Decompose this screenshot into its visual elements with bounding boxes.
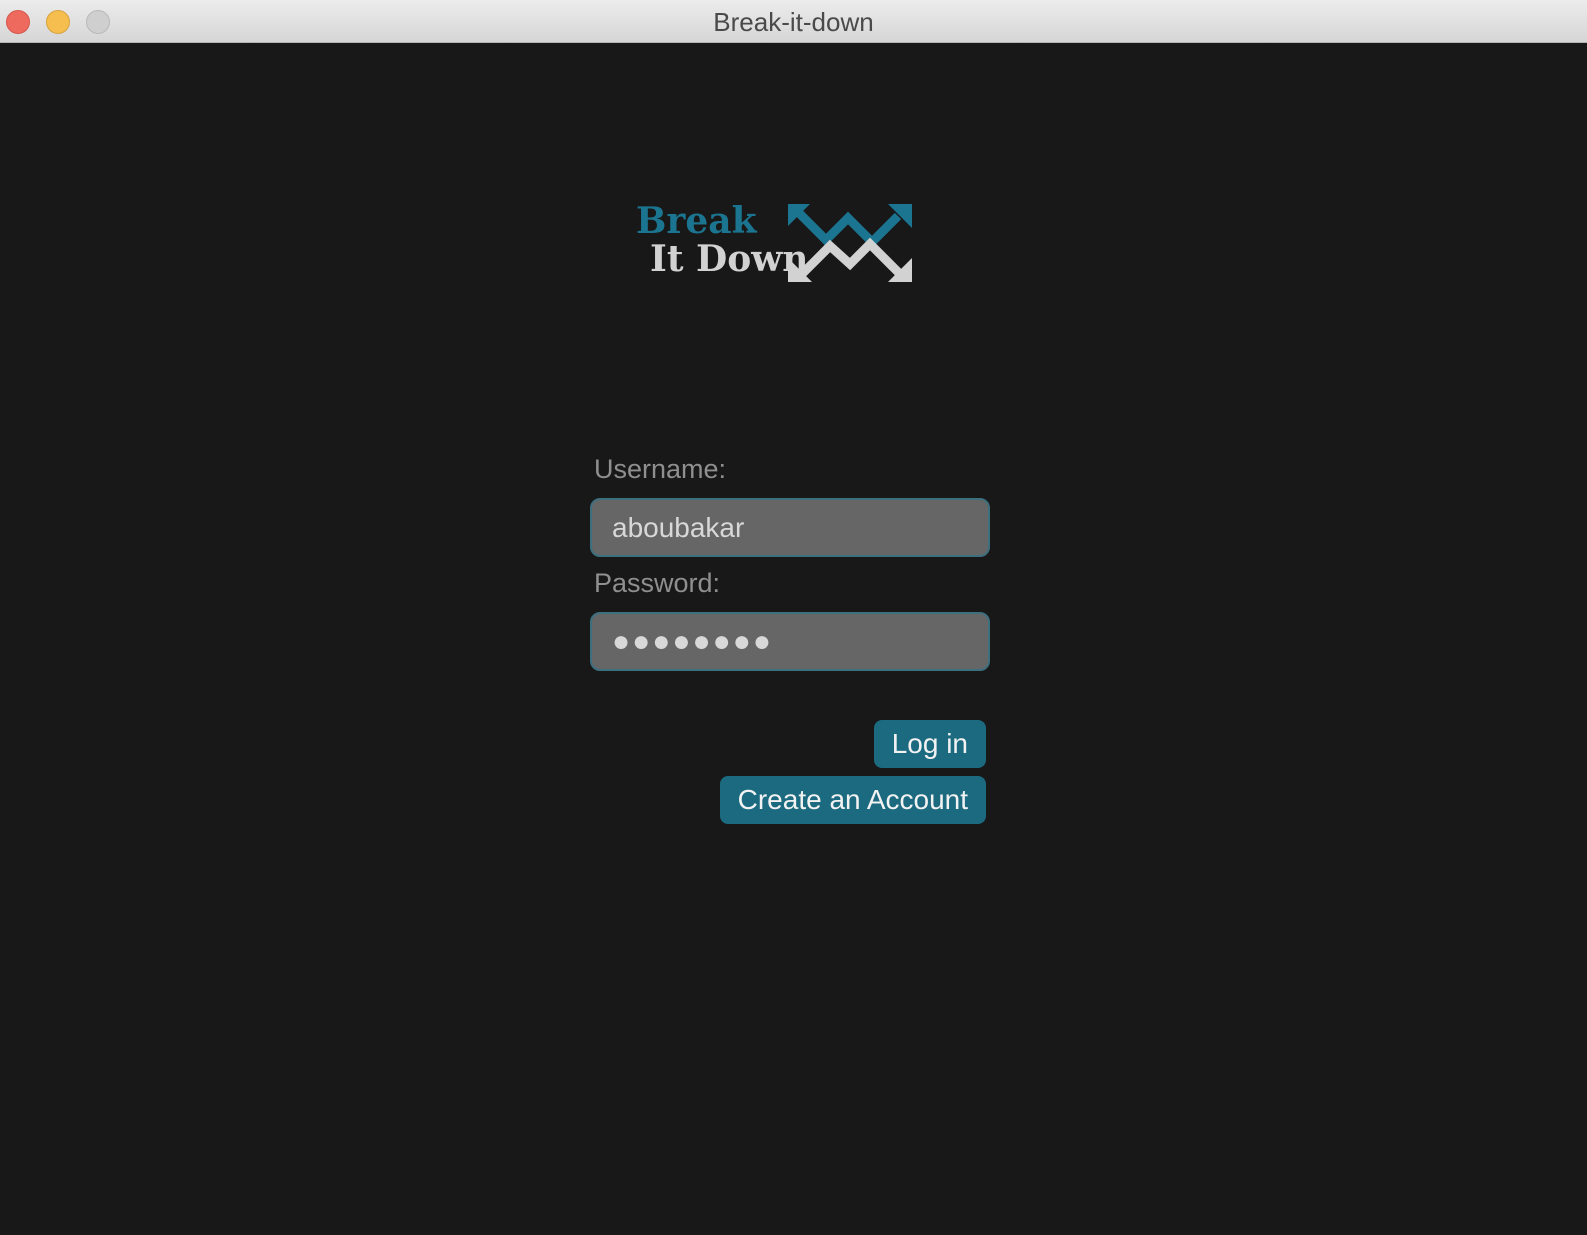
- app-logo: Break It Down: [636, 200, 916, 290]
- logo-text-line1: Break: [636, 200, 757, 242]
- logo-arrows-icon: [788, 204, 912, 282]
- username-label: Username:: [594, 454, 727, 484]
- create-account-button[interactable]: Create an Account: [719, 776, 986, 824]
- app-window: Break-it-down Break It Down Username: Pa…: [0, 0, 1587, 1235]
- password-label: Password:: [594, 568, 721, 598]
- username-input[interactable]: [590, 498, 990, 557]
- password-input[interactable]: [590, 612, 990, 671]
- window-title: Break-it-down: [713, 7, 874, 37]
- title-bar: Break-it-down: [0, 0, 1587, 43]
- logo-text-line2: It Down: [650, 238, 809, 280]
- login-button[interactable]: Log in: [873, 720, 986, 768]
